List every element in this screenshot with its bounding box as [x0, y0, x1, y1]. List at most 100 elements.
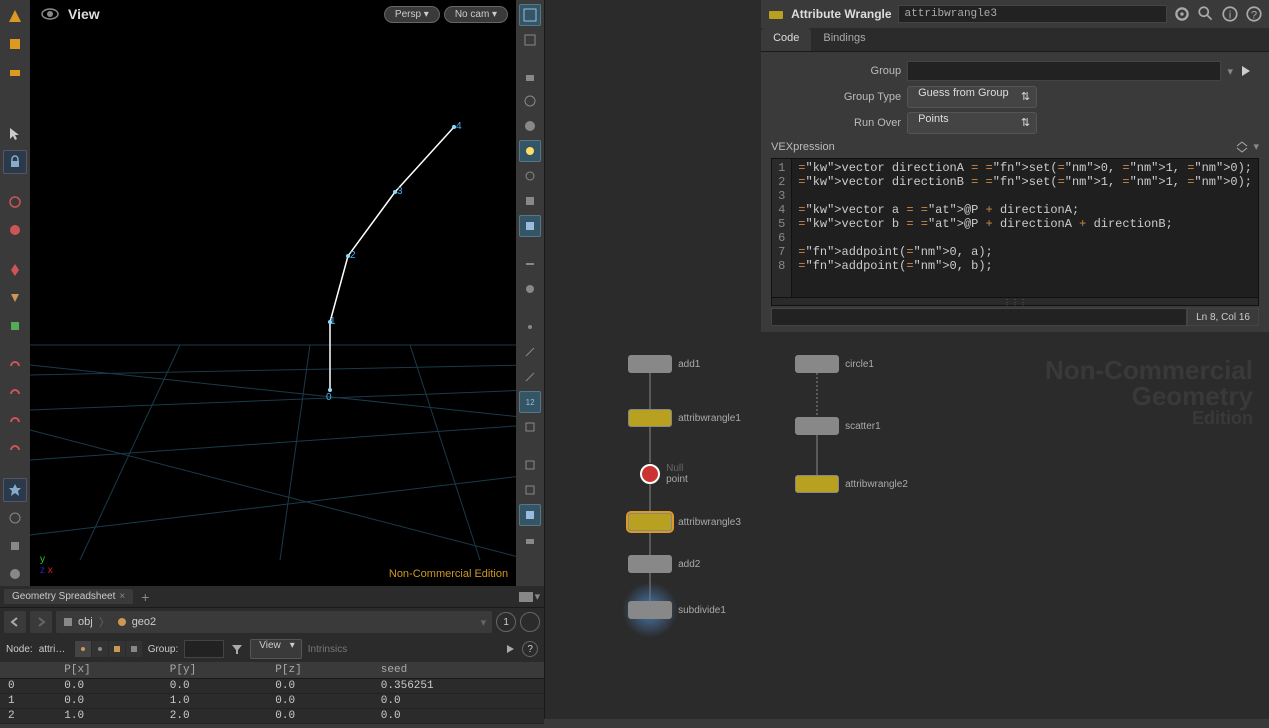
rt-15[interactable] [519, 504, 541, 526]
link-button[interactable] [520, 612, 540, 632]
snap-tool-1[interactable] [3, 354, 27, 378]
group-param-field[interactable] [907, 61, 1221, 81]
table-row[interactable]: 00.00.00.00.356251 [0, 679, 544, 694]
node-label: Node: [6, 644, 33, 655]
help-icon[interactable]: ? [522, 641, 538, 657]
node-circle1[interactable]: circle1 [795, 355, 874, 373]
table-header[interactable]: seed [373, 662, 544, 679]
table-row[interactable]: 21.02.00.00.0 [0, 709, 544, 724]
node-add2[interactable]: add2 [628, 555, 700, 573]
table-header[interactable]: P[y] [162, 662, 268, 679]
node-attribwrangle2[interactable]: attribwrangle2 [795, 475, 908, 493]
node-add1[interactable]: add1 [628, 355, 700, 373]
tab-code[interactable]: Code [761, 28, 811, 51]
intrinsics-label[interactable]: Intrinsics [308, 644, 347, 655]
gear-icon[interactable] [1173, 5, 1191, 23]
runover-label: Run Over [771, 117, 901, 129]
rt-11[interactable] [519, 366, 541, 388]
spreadsheet-table: P[x]P[y]P[z]seed 00.00.00.00.35625110.01… [0, 662, 544, 724]
viewport-3d[interactable]: View Persp ▾ No cam ▾ [30, 0, 516, 586]
node-scatter1[interactable]: scatter1 [795, 417, 881, 435]
rt-13[interactable] [519, 454, 541, 476]
rt-3[interactable] [519, 90, 541, 112]
obj-icon [62, 616, 74, 628]
tool-g[interactable] [3, 534, 27, 558]
table-header[interactable]: P[z] [267, 662, 373, 679]
tool-a[interactable] [3, 190, 27, 214]
pane-dropdown-icon[interactable]: ▾ [535, 590, 541, 603]
group-field[interactable] [184, 640, 224, 658]
group-menu-icon[interactable]: ▾ [1227, 65, 1233, 78]
pane-menu-icon[interactable] [519, 592, 533, 602]
snap-tool-3[interactable] [3, 410, 27, 434]
table-row[interactable]: 10.01.00.00.0 [0, 694, 544, 709]
tool-yellow-2[interactable] [3, 32, 27, 56]
back-button[interactable] [4, 611, 26, 633]
tool-c[interactable] [3, 258, 27, 282]
node-subdivide1[interactable]: subdivide1 [628, 601, 726, 619]
rt-7[interactable] [519, 215, 541, 237]
node-attribwrangle3[interactable]: attribwrangle3 [628, 513, 741, 531]
rt-16[interactable] [519, 529, 541, 551]
spreadsheet-tab[interactable]: Geometry Spreadsheet × [4, 589, 133, 604]
class-prims[interactable] [109, 641, 125, 657]
resize-handle[interactable]: ⋮⋮⋮ [771, 298, 1259, 306]
snap-tool-4[interactable] [3, 438, 27, 462]
runover-select[interactable]: Points⇅ [907, 112, 1037, 134]
tool-f[interactable] [3, 506, 27, 530]
class-verts[interactable] [92, 641, 108, 657]
snap-tool-2[interactable] [3, 382, 27, 406]
vex-menu-icon[interactable]: ▾ [1253, 140, 1259, 154]
help-icon-params[interactable]: ? [1245, 5, 1263, 23]
rt-9[interactable] [519, 278, 541, 300]
rt-14[interactable] [519, 479, 541, 501]
shading-wire[interactable] [519, 4, 541, 26]
light-icon[interactable] [519, 140, 541, 162]
tool-b[interactable] [3, 218, 27, 242]
rt-8[interactable] [519, 253, 541, 275]
pointnum-icon[interactable]: 12 [519, 391, 541, 413]
node-attribwrangle1[interactable]: attribwrangle1 [628, 409, 741, 427]
table-header[interactable] [0, 662, 56, 679]
table-header[interactable]: P[x] [56, 662, 162, 679]
expand-icon[interactable] [1235, 140, 1249, 154]
rt-4[interactable] [519, 115, 541, 137]
rt-dot[interactable] [519, 316, 541, 338]
status-input[interactable] [771, 308, 1187, 326]
group-select-icon[interactable] [1239, 64, 1259, 78]
tool-highlighted[interactable] [3, 478, 27, 502]
class-points[interactable] [75, 641, 91, 657]
rt-10[interactable] [519, 341, 541, 363]
tab-bindings[interactable]: Bindings [811, 28, 877, 51]
select-arrow-tool[interactable] [3, 122, 27, 146]
tool-yellow-1[interactable] [3, 4, 27, 28]
search-icon[interactable] [1197, 5, 1215, 23]
spreadsheet-tab-label: Geometry Spreadsheet [12, 591, 115, 602]
close-icon[interactable]: × [119, 591, 125, 602]
tool-d[interactable] [3, 286, 27, 310]
path-breadcrumb[interactable]: obj 〉 geo2 ▾ [56, 611, 492, 633]
tool-yellow-3[interactable] [3, 60, 27, 84]
rt-12[interactable] [519, 416, 541, 438]
add-tab-icon[interactable]: + [141, 589, 149, 605]
lock-icon-right[interactable] [519, 65, 541, 87]
play-icon[interactable] [504, 643, 516, 655]
shading-tool-2[interactable] [519, 29, 541, 51]
tool-e[interactable] [3, 314, 27, 338]
info-icon[interactable]: i [1221, 5, 1239, 23]
lock-tool[interactable] [3, 150, 27, 174]
code-editor[interactable]: 12345678 ="kw">vector directionA = ="fn"… [771, 158, 1259, 298]
forward-button[interactable] [30, 611, 52, 633]
class-detail[interactable] [126, 641, 142, 657]
crumb-geo: geo2 [132, 616, 156, 628]
node-null-point[interactable]: Nullpoint [640, 463, 688, 485]
pin-button[interactable]: 1 [496, 612, 516, 632]
grouptype-select[interactable]: Guess from Group⇅ [907, 86, 1037, 108]
node-name-field[interactable] [898, 5, 1167, 23]
tool-h[interactable] [3, 562, 27, 586]
view-dropdown[interactable]: View▾ [250, 639, 302, 659]
filter-icon[interactable] [230, 642, 244, 656]
rt-6[interactable] [519, 190, 541, 212]
network-view[interactable]: Non-Commercial Geometry Edition add1 att… [545, 345, 1269, 719]
rt-5[interactable] [519, 165, 541, 187]
